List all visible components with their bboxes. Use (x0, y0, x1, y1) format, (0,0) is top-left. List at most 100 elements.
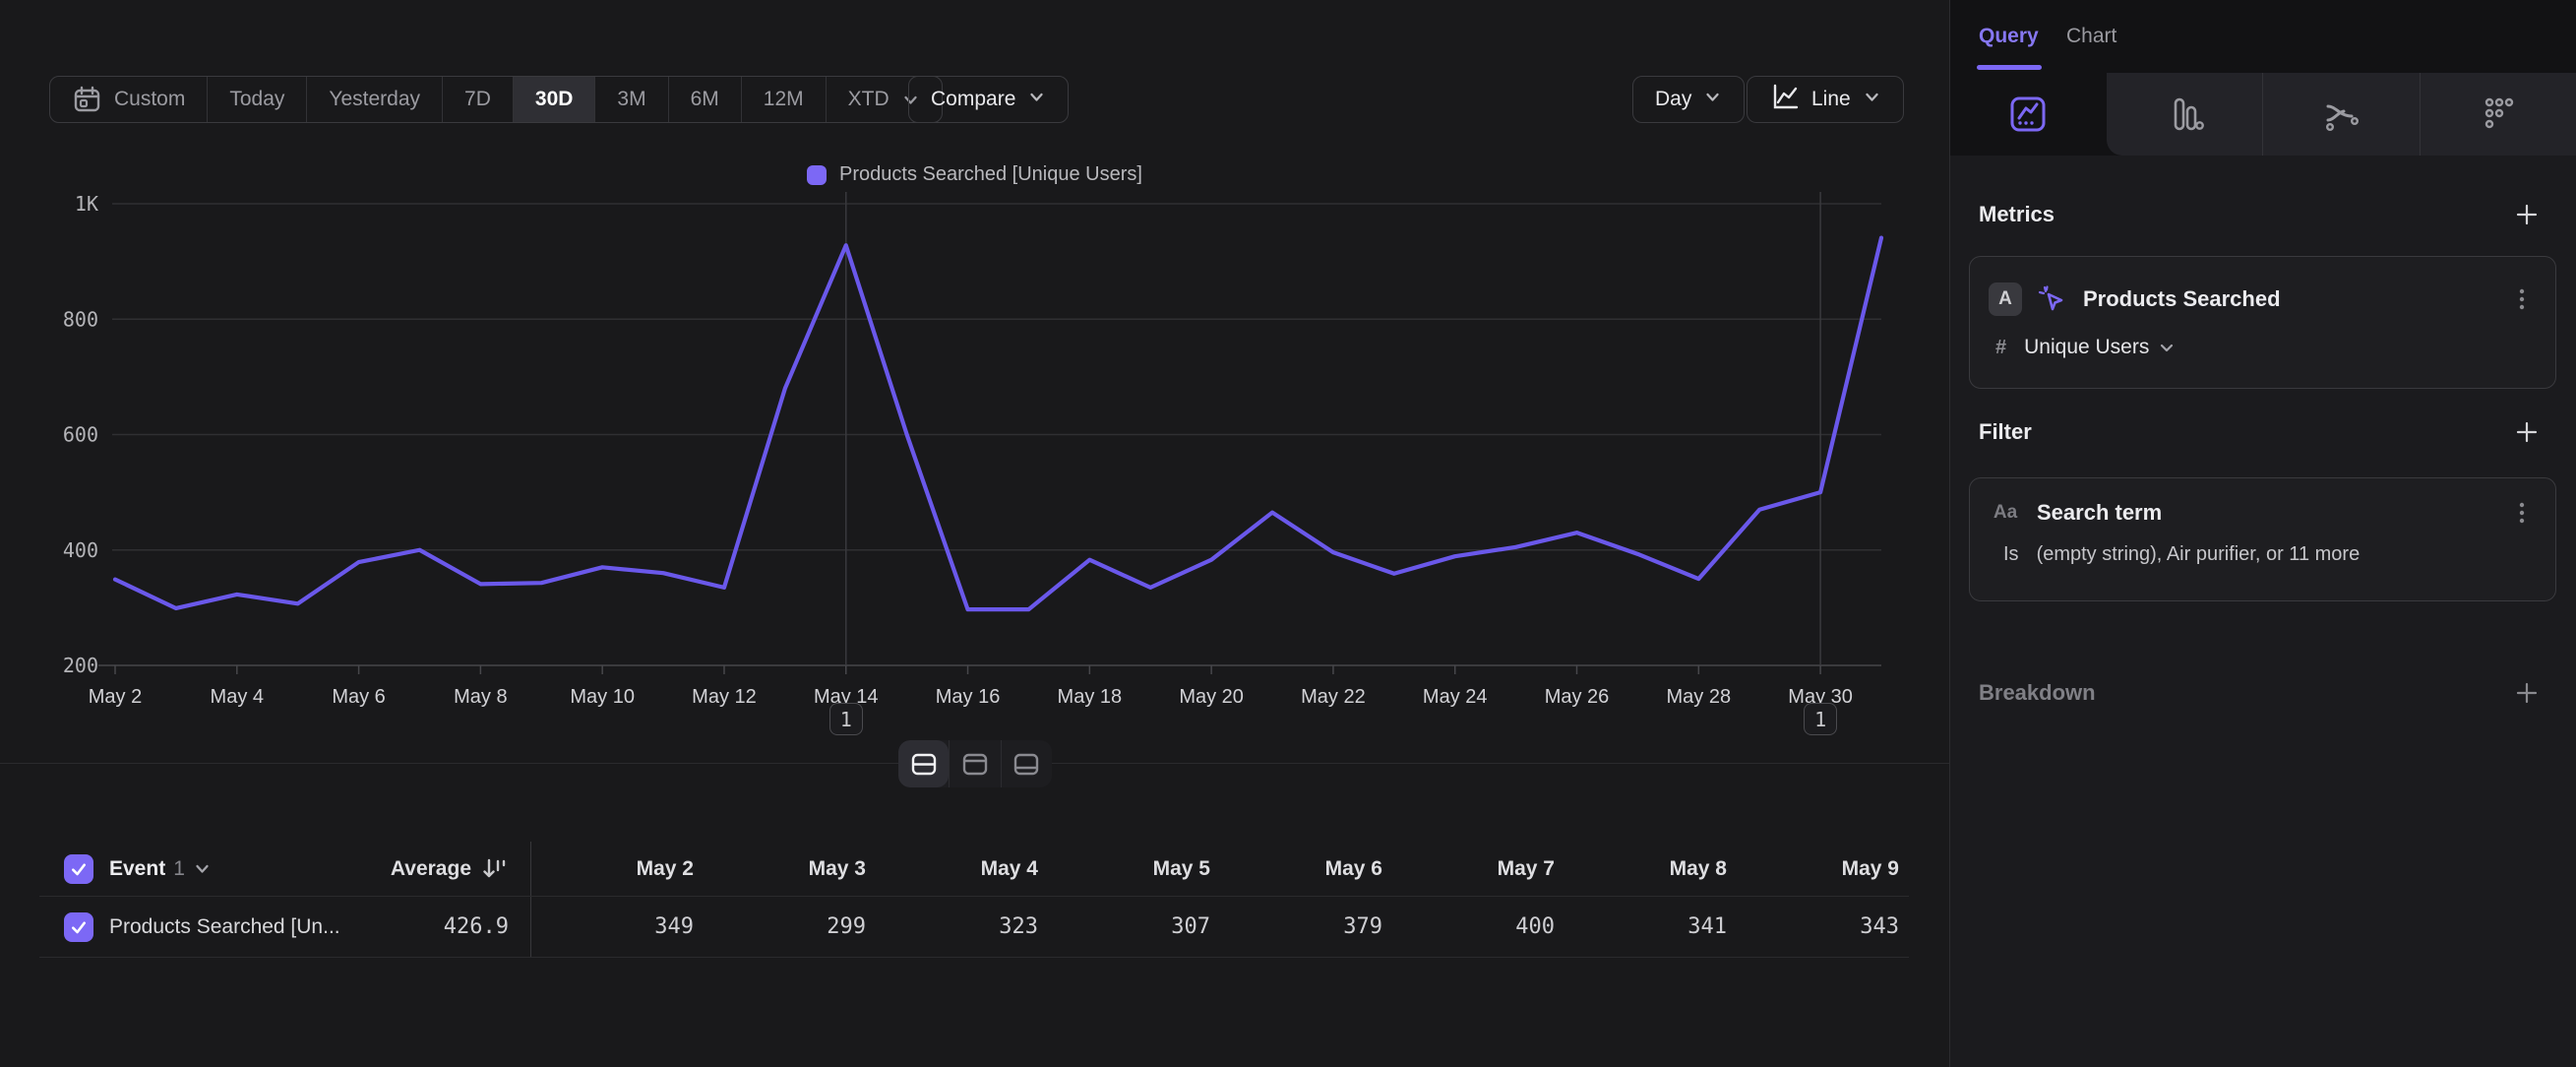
chart-type-label: Line (1811, 88, 1851, 111)
tab-query[interactable]: Query (1979, 0, 2039, 73)
kebab-menu-icon[interactable] (2510, 286, 2534, 312)
table-header-row: Event 1 Average May 2May 3May 4May 5May … (39, 842, 1909, 897)
column-header-may-5[interactable]: May 5 (1048, 842, 1220, 896)
annotation-badge-may-30[interactable]: 1 (1804, 703, 1837, 735)
range-12m[interactable]: 12M (741, 77, 826, 122)
tab-chart-label: Chart (2066, 25, 2116, 48)
compare-button[interactable]: Compare (908, 76, 1069, 123)
bar-chart-icon (2162, 92, 2207, 137)
add-filter-button[interactable] (2515, 420, 2539, 444)
aggregation-prefix: # (1995, 337, 2006, 359)
column-header-may-2[interactable]: May 2 (531, 842, 704, 896)
series-name: Products Searched [Un... (109, 915, 340, 939)
breakdown-section-header: Breakdown (1979, 680, 2539, 706)
cell-may-3: 299 (704, 897, 876, 957)
chevron-down-icon (1703, 88, 1722, 106)
table-header-fixed: Event 1 Average (39, 842, 531, 896)
column-header-may-6[interactable]: May 6 (1220, 842, 1392, 896)
series-line[interactable] (115, 238, 1881, 610)
query-sidebar: Query Chart (1949, 0, 2576, 1067)
flows-icon (2318, 92, 2363, 137)
date-range-toolbar: CustomTodayYesterday7D30D3M6M12MXTD (49, 76, 943, 123)
aggregation-selector[interactable]: Unique Users (2024, 336, 2176, 359)
granularity-label: Day (1655, 88, 1691, 111)
range-today[interactable]: Today (207, 77, 306, 122)
tab-query-label: Query (1979, 25, 2039, 48)
date-column-headers: May 2May 3May 4May 5May 6May 7May 8May 9 (531, 842, 1909, 896)
chevron-down-icon (193, 859, 212, 878)
table-row[interactable]: Products Searched [Un... 426.9 349299323… (39, 897, 1909, 958)
sidebar-content: Metrics A Products Searched (1950, 156, 2576, 1067)
table-only-icon (1013, 753, 1039, 776)
range-yesterday[interactable]: Yesterday (306, 77, 442, 122)
range-3m[interactable]: 3M (594, 77, 667, 122)
layout-split-view-button[interactable] (898, 740, 949, 787)
granularity-button[interactable]: Day (1632, 76, 1745, 123)
x-tick-label: May 22 (1301, 686, 1366, 708)
split-view-icon (911, 753, 937, 776)
tab-chart[interactable]: Chart (2066, 0, 2576, 73)
kebab-menu-icon[interactable] (2510, 500, 2534, 526)
charttype-tab-retention[interactable] (2420, 73, 2576, 156)
retention-dots-icon (2476, 92, 2521, 137)
x-tick-label: May 6 (332, 686, 385, 708)
series-checkbox[interactable] (64, 912, 93, 942)
event-sparkle-cursor-icon (2035, 282, 2068, 316)
cell-may-4: 323 (876, 897, 1048, 957)
range-custom[interactable]: Custom (50, 77, 207, 122)
column-header-may-7[interactable]: May 7 (1392, 842, 1564, 896)
sort-descending-icon[interactable] (481, 856, 509, 882)
layout-chart-only-button[interactable] (949, 740, 1000, 787)
filter-section-header: Filter (1979, 419, 2539, 445)
x-tick-label: May 18 (1058, 686, 1123, 708)
date-column-values: 349299323307379400341343 (531, 897, 1909, 957)
y-tick-label: 400 (63, 538, 98, 562)
charttype-tab-flows[interactable] (2262, 73, 2420, 156)
filter-property-name: Search term (2037, 500, 2162, 526)
x-tick-label: May 4 (211, 686, 264, 708)
column-header-may-9[interactable]: May 9 (1737, 842, 1909, 896)
cell-may-7: 400 (1392, 897, 1564, 957)
analytics-app: CustomTodayYesterday7D30D3M6M12MXTD Comp… (0, 0, 2576, 1067)
chevron-down-icon (1027, 88, 1046, 112)
event-column-label: Event (109, 857, 165, 881)
y-tick-label: 200 (63, 654, 98, 677)
line-chart[interactable]: 2004006008001KMay 2May 4May 6May 8May 10… (0, 177, 1949, 768)
chevron-down-icon (1863, 88, 1881, 112)
table-row-fixed: Products Searched [Un... 426.9 (39, 897, 531, 957)
filter-card[interactable]: Aa Search term Is (empty string), Air pu… (1969, 477, 2556, 601)
layout-table-only-button[interactable] (1001, 740, 1052, 787)
add-metric-button[interactable] (2515, 203, 2539, 226)
chevron-down-icon[interactable] (193, 859, 212, 878)
annotation-badge-may-14[interactable]: 1 (829, 703, 863, 735)
line-chart-icon (1769, 82, 1800, 118)
select-all-checkbox[interactable] (64, 854, 93, 884)
column-header-may-3[interactable]: May 3 (704, 842, 876, 896)
chart-type-button[interactable]: Line (1747, 76, 1904, 123)
compare-label: Compare (931, 88, 1015, 111)
y-tick-label: 800 (63, 307, 98, 331)
chart-only-icon (962, 753, 988, 776)
filter-operator[interactable]: Is (2003, 543, 2019, 566)
x-tick-label: May 24 (1423, 686, 1488, 708)
average-column-label: Average (391, 857, 471, 881)
charttype-tab-insights[interactable] (1950, 73, 2107, 156)
range-30d[interactable]: 30D (513, 77, 595, 122)
chevron-down-icon (2158, 339, 2176, 356)
metric-card[interactable]: A Products Searched # Unique Users (1969, 256, 2556, 389)
charttype-tab-bars[interactable] (2107, 73, 2263, 156)
x-tick-label: May 20 (1179, 686, 1244, 708)
column-header-may-4[interactable]: May 4 (876, 842, 1048, 896)
y-tick-label: 600 (63, 423, 98, 447)
cell-may-8: 341 (1564, 897, 1737, 957)
x-tick-label: May 8 (454, 686, 507, 708)
filter-value[interactable]: (empty string), Air purifier, or 11 more (2037, 543, 2361, 566)
range-7d[interactable]: 7D (442, 77, 513, 122)
metric-letter-badge: A (1989, 282, 2022, 316)
active-tab-underline (1977, 65, 2042, 70)
plus-icon (2515, 203, 2539, 226)
column-header-may-8[interactable]: May 8 (1564, 842, 1737, 896)
chevron-down-icon (1027, 88, 1046, 106)
range-6m[interactable]: 6M (668, 77, 741, 122)
add-breakdown-button[interactable] (2515, 681, 2539, 705)
